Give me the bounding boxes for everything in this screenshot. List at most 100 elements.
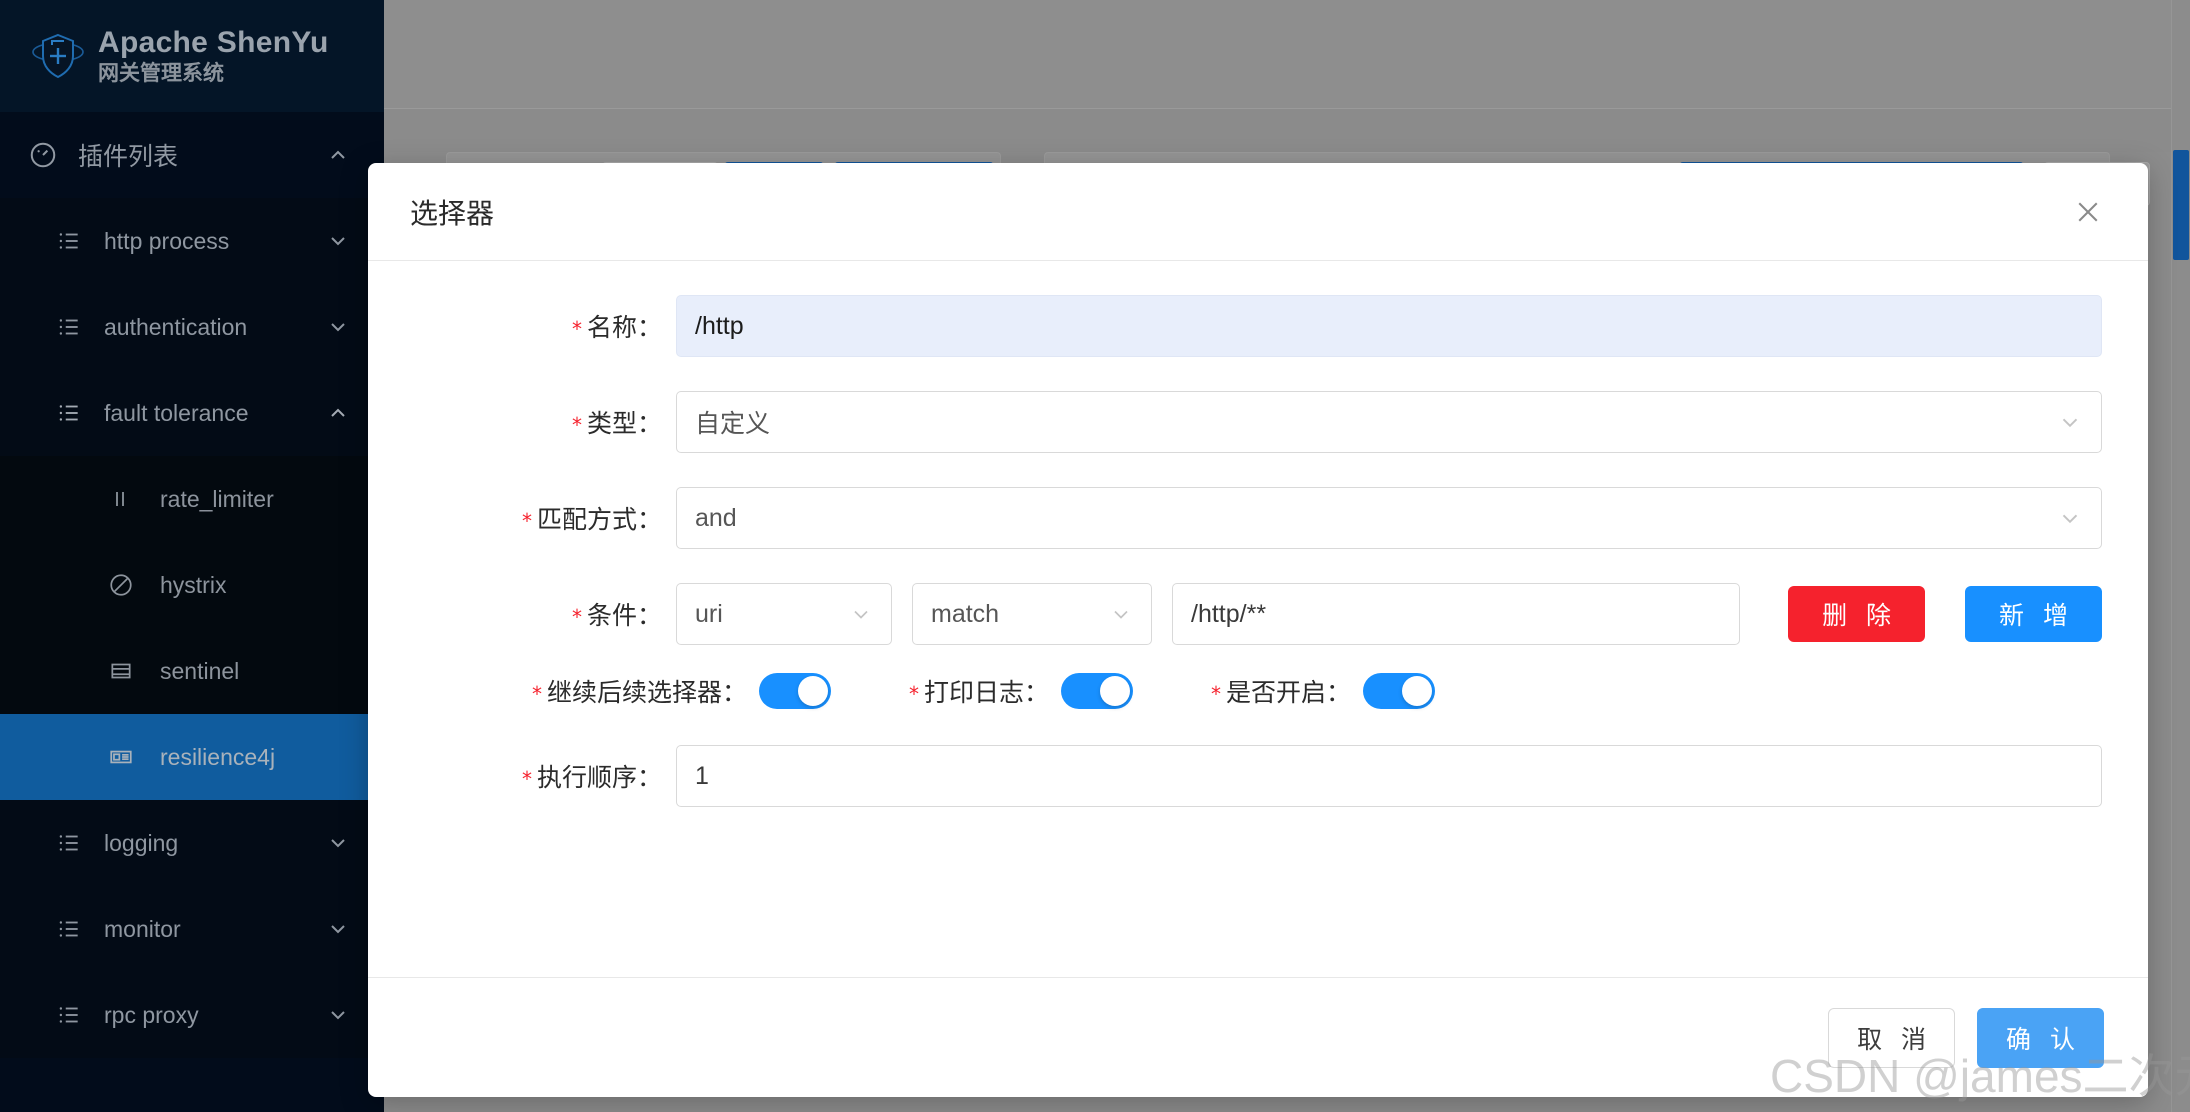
required-marker: * <box>521 767 532 792</box>
required-marker: * <box>909 682 920 707</box>
delete-condition-button[interactable]: 删 除 <box>1788 586 1926 642</box>
sidebar-item-authentication[interactable]: authentication <box>0 284 384 370</box>
required-marker: * <box>571 605 582 630</box>
sidebar-item-label: fault tolerance <box>104 399 249 426</box>
dialog-header: 选择器 <box>368 163 2148 261</box>
print-log-toggle[interactable] <box>1061 673 1134 709</box>
panel-icon <box>108 744 142 770</box>
type-label: * 类型： <box>571 410 662 438</box>
brand-subtitle: 网关管理系统 <box>98 62 224 86</box>
add-condition-button[interactable]: 新 增 <box>1965 586 2102 642</box>
sidebar-item-hystrix[interactable]: hystrix <box>0 542 384 628</box>
condition-operator-value: match <box>931 599 1000 628</box>
required-marker: * <box>571 317 582 342</box>
required-marker: * <box>1211 682 1222 707</box>
sidebar-item-label: monitor <box>104 915 181 942</box>
chevron-down-icon <box>326 315 350 339</box>
condition-param-type-select[interactable]: uri <box>676 583 892 645</box>
enabled-toggle[interactable] <box>1363 673 1436 709</box>
match-mode-select-value: and <box>695 503 737 532</box>
sidebar-item-rate-limiter[interactable]: rate_limiter <box>0 456 384 542</box>
chevron-down-icon <box>1109 602 1133 626</box>
dialog-title: 选择器 <box>410 197 495 229</box>
field-row-order: * 执行顺序： 1 <box>414 745 2102 807</box>
page-scrollbar-thumb[interactable] <box>2173 150 2189 260</box>
continue-selector-toggle[interactable] <box>759 673 832 709</box>
sidebar-item-monitor[interactable]: monitor <box>0 886 384 972</box>
sidebar-item-rpc-proxy[interactable]: rpc proxy <box>0 972 384 1058</box>
required-marker: * <box>532 682 542 707</box>
condition-param-type-value: uri <box>695 599 723 628</box>
sidebar-item-label: http process <box>104 227 230 254</box>
background-page-header <box>384 0 2190 109</box>
sidebar-item-label: rate_limiter <box>160 485 274 512</box>
chevron-down-icon <box>326 917 350 941</box>
page-scrollbar-track[interactable] <box>2171 0 2190 1112</box>
sidebar-item-sentinel[interactable]: sentinel <box>0 628 384 714</box>
cancel-button[interactable]: 取 消 <box>1828 1007 1956 1068</box>
order-label: * 执行顺序： <box>521 764 662 792</box>
chevron-down-icon <box>2057 409 2083 435</box>
list-icon <box>56 400 90 426</box>
toggle-group-continue: * 继续后续选择器： <box>532 673 832 709</box>
toggle-group-enabled: * 是否开启： <box>1211 673 1436 709</box>
type-select[interactable]: 自定义 <box>676 391 2102 453</box>
name-input[interactable]: /http <box>676 295 2102 357</box>
dashboard-icon <box>28 140 64 170</box>
type-select-value: 自定义 <box>695 410 771 438</box>
toggle-group-print-log: * 打印日志： <box>909 673 1134 709</box>
sidebar-item-label: hystrix <box>160 571 227 598</box>
continue-selector-label: * 继续后续选择器： <box>532 679 748 707</box>
sidebar-group-plugin-list[interactable]: 插件列表 <box>0 112 384 198</box>
match-mode-label: * 匹配方式： <box>521 506 662 534</box>
pause-icon <box>108 487 142 511</box>
required-marker: * <box>571 413 582 438</box>
sidebar-item-label: sentinel <box>160 657 240 684</box>
sidebar-item-logging[interactable]: logging <box>0 800 384 886</box>
list-icon <box>56 314 90 340</box>
condition-label: * 条件： <box>571 602 662 630</box>
name-label: * 名称： <box>571 314 662 342</box>
sidebar-item-label: authentication <box>104 313 248 340</box>
sidebar-item-label: resilience4j <box>160 743 276 770</box>
toggle-knob <box>798 676 829 706</box>
sidebar-item-fault-tolerance[interactable]: fault tolerance <box>0 370 384 456</box>
chevron-up-icon <box>326 401 350 425</box>
list-icon <box>56 1002 90 1028</box>
match-mode-select[interactable]: and <box>676 487 2102 549</box>
toggles-row: * 继续后续选择器： * 打印日志： * 是否开启： <box>414 673 2102 709</box>
list-icon <box>56 830 90 856</box>
sidebar-item-resilience4j[interactable]: resilience4j <box>0 714 384 800</box>
condition-value-input[interactable]: /http/** <box>1172 583 1741 645</box>
sidebar: Apache ShenYu 网关管理系统 插件列表 http process a… <box>0 0 384 1112</box>
sidebar-item-label: rpc proxy <box>104 1001 199 1028</box>
sidebar-item-http-process[interactable]: http process <box>0 198 384 284</box>
confirm-button[interactable]: 确 认 <box>1977 1007 2104 1068</box>
order-input[interactable]: 1 <box>676 745 2102 807</box>
window-icon <box>108 658 142 684</box>
print-log-label: * 打印日志： <box>909 679 1050 707</box>
field-row-match-mode: * 匹配方式： and <box>414 487 2102 549</box>
selector-dialog: 选择器 * 名称： /http * 类型： 自定义 * 匹配方式： and * … <box>368 163 2148 1097</box>
chevron-down-icon <box>326 831 350 855</box>
brand-title: Apache ShenYu <box>98 25 329 59</box>
chevron-down-icon <box>326 229 350 253</box>
close-icon[interactable] <box>2068 192 2108 232</box>
chevron-down-icon <box>849 602 873 626</box>
ban-icon <box>108 572 142 598</box>
toggle-knob <box>1402 676 1433 706</box>
sidebar-group-label: 插件列表 <box>78 143 179 171</box>
toggle-knob <box>1100 676 1131 706</box>
dialog-body: * 名称： /http * 类型： 自定义 * 匹配方式： and * 条件： … <box>368 261 2148 977</box>
dialog-footer: 取 消 确 认 <box>368 977 2148 1097</box>
list-icon <box>56 916 90 942</box>
list-icon <box>56 228 90 254</box>
brand-header: Apache ShenYu 网关管理系统 <box>0 0 384 112</box>
chevron-down-icon <box>2057 505 2083 531</box>
field-row-condition: * 条件： uri match /http/** 删 除 新 增 <box>414 583 2102 645</box>
background-page-toolbar <box>384 109 2190 152</box>
condition-operator-select[interactable]: match <box>912 583 1152 645</box>
field-row-name: * 名称： /http <box>414 295 2102 357</box>
enabled-label: * 是否开启： <box>1211 679 1352 707</box>
chevron-up-icon <box>326 143 350 167</box>
